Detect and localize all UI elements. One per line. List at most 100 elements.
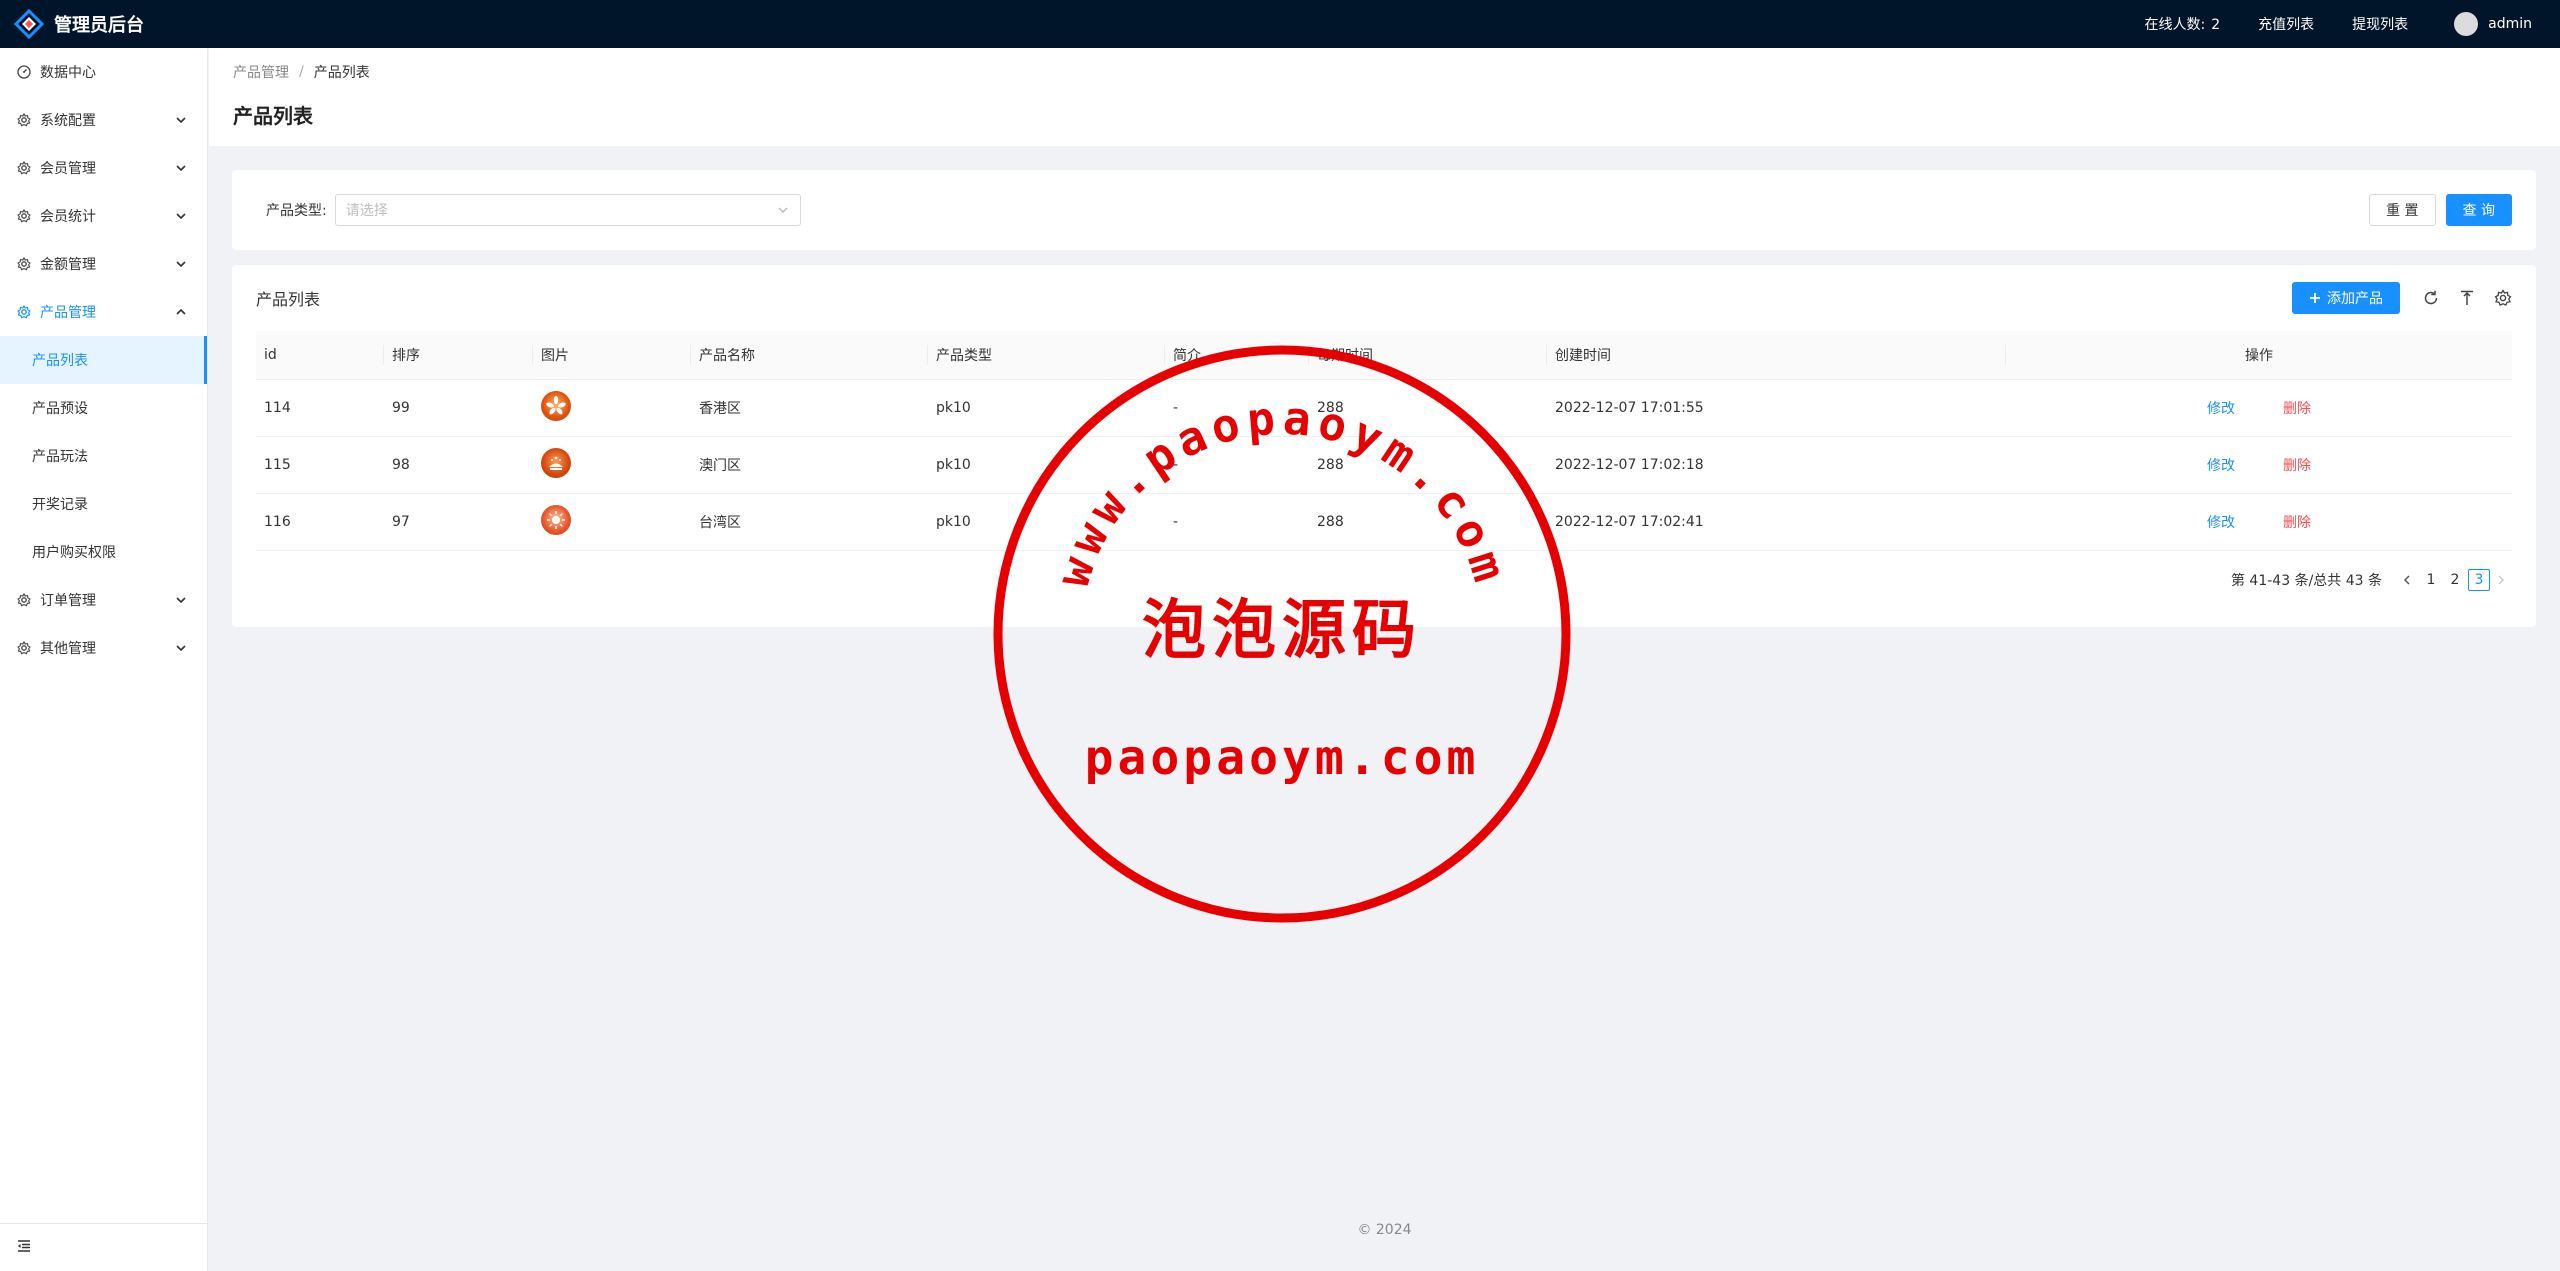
cell-intro: - (1165, 379, 1309, 437)
gear-icon (16, 256, 32, 272)
cell-actions: 修改 删除 (2006, 493, 2512, 551)
breadcrumb-item-product-list: 产品列表 (313, 65, 370, 81)
avatar (2454, 12, 2479, 36)
plus-icon (2309, 292, 2321, 304)
delete-link[interactable]: 删除 (2283, 458, 2311, 474)
sidebar-collapse-button[interactable] (0, 1223, 208, 1271)
gear-icon (16, 160, 32, 176)
query-button[interactable]: 查 询 (2445, 194, 2512, 226)
table-row: 114 99 香港区 pk10 - 288 2022-12-07 17:01:5… (256, 379, 2512, 437)
sidebar-item-label: 数据中心 (40, 65, 96, 81)
withdraw-list-link[interactable]: 提现列表 (2352, 14, 2408, 34)
cell-sort: 98 (384, 436, 533, 494)
cell-type: pk10 (928, 379, 1165, 437)
sidebar-item-label: 会员管理 (40, 161, 96, 177)
sidebar-item-data-center[interactable]: 数据中心 (0, 48, 207, 96)
hong-kong-emblem-icon[interactable] (541, 390, 571, 421)
chevron-down-icon (173, 640, 189, 656)
search-form: 产品类型: 请选择 重 置 查 询 (232, 170, 2536, 250)
sidebar-item-label: 其他管理 (40, 641, 96, 657)
edit-link[interactable]: 修改 (2207, 401, 2235, 417)
chevron-down-icon (173, 592, 189, 608)
sidebar-subitem-product-preset[interactable]: 产品预设 (0, 384, 207, 432)
username: admin (2488, 16, 2532, 32)
delete-link[interactable]: 删除 (2283, 401, 2311, 417)
gear-icon (16, 640, 32, 656)
sidebar-item-member-management[interactable]: 会员管理 (0, 144, 207, 192)
select-placeholder: 请选择 (345, 203, 388, 219)
top-header: 管理员后台 在线人数: 2 充值列表 提现列表 admin (0, 0, 2560, 48)
gear-icon (16, 304, 32, 320)
menu-fold-icon (16, 1238, 32, 1258)
reload-icon[interactable] (2422, 289, 2440, 307)
logo-icon (13, 8, 45, 40)
column-header-intro: 简介 (1165, 331, 1309, 380)
logo[interactable]: 管理员后台 (0, 0, 208, 48)
next-page-button[interactable] (2490, 569, 2512, 591)
cell-sort: 97 (384, 493, 533, 551)
cell-actions: 修改 删除 (2006, 436, 2512, 494)
cell-intro: - (1165, 493, 1309, 551)
column-header-sort: 排序 (384, 331, 533, 380)
sidebar-item-label: 订单管理 (40, 593, 96, 609)
page-item-1[interactable]: 1 (2420, 569, 2442, 591)
cell-name: 香港区 (691, 379, 928, 437)
chevron-up-icon (173, 304, 189, 320)
user-menu[interactable]: admin (2454, 12, 2532, 36)
app-title: 管理员后台 (54, 15, 144, 36)
macau-emblem-icon[interactable] (541, 447, 571, 478)
cell-created: 2022-12-07 17:02:41 (1547, 493, 2006, 551)
page-item-2[interactable]: 2 (2444, 569, 2466, 591)
breadcrumb-item-product-management[interactable]: 产品管理 (233, 62, 289, 82)
sidebar-subitem-draw-records[interactable]: 开奖记录 (0, 480, 207, 528)
sidebar-item-product-management[interactable]: 产品管理 (0, 288, 207, 336)
cell-id: 115 (256, 436, 384, 494)
page-item-3[interactable]: 3 (2468, 568, 2490, 591)
chevron-down-icon (173, 208, 189, 224)
edit-link[interactable]: 修改 (2207, 458, 2235, 474)
sidebar-subitem-product-gameplay[interactable]: 产品玩法 (0, 432, 207, 480)
online-users: 在线人数: 2 (2144, 14, 2220, 34)
cell-period: 288 (1309, 493, 1547, 551)
gear-icon (16, 208, 32, 224)
cell-sort: 99 (384, 379, 533, 437)
setting-icon[interactable] (2494, 289, 2512, 307)
breadcrumb-separator: / (299, 64, 304, 80)
sidebar-item-system-config[interactable]: 系统配置 (0, 96, 207, 144)
footer-copyright: © 2024 (1357, 1222, 1412, 1238)
product-table-card: 产品列表 添加产品 id 排序 图片 产品名称 产品类型 简介 每期时间 创建时… (232, 265, 2536, 627)
recharge-list-link[interactable]: 充值列表 (2258, 14, 2314, 34)
prev-page-button[interactable] (2396, 569, 2418, 591)
column-header-type: 产品类型 (928, 331, 1165, 380)
sidebar-subitem-user-purchase-permissions[interactable]: 用户购买权限 (0, 528, 207, 576)
sidebar-item-label: 金额管理 (40, 257, 96, 273)
delete-link[interactable]: 删除 (2283, 515, 2311, 531)
cell-created: 2022-12-07 17:01:55 (1547, 379, 2006, 437)
edit-link[interactable]: 修改 (2207, 515, 2235, 531)
cell-image (533, 379, 691, 437)
sidebar-item-member-stats[interactable]: 会员统计 (0, 192, 207, 240)
sidebar-item-other-management[interactable]: 其他管理 (0, 624, 207, 672)
product-type-select[interactable]: 请选择 (334, 194, 801, 226)
cell-id: 114 (256, 379, 384, 437)
cell-period: 288 (1309, 436, 1547, 494)
product-type-label: 产品类型: (266, 203, 327, 219)
cell-period: 288 (1309, 379, 1547, 437)
cell-id: 116 (256, 493, 384, 551)
sidebar: 数据中心 系统配置 会员管理 会员统计 金额管理 产品管理 产品列表 产品预设 … (0, 48, 208, 1271)
sidebar-subitem-product-list[interactable]: 产品列表 (0, 336, 207, 384)
cell-actions: 修改 删除 (2006, 379, 2512, 437)
column-height-icon[interactable] (2458, 289, 2476, 307)
taiwan-emblem-icon[interactable] (541, 504, 571, 535)
column-header-name: 产品名称 (691, 331, 928, 380)
column-header-created: 创建时间 (1547, 331, 2006, 380)
sidebar-item-amount-management[interactable]: 金额管理 (0, 240, 207, 288)
cell-image (533, 493, 691, 551)
chevron-down-icon (776, 203, 790, 217)
sidebar-item-order-management[interactable]: 订单管理 (0, 576, 207, 624)
online-label: 在线人数: (2144, 17, 2206, 33)
add-product-button[interactable]: 添加产品 (2292, 282, 2400, 314)
reset-button[interactable]: 重 置 (2369, 194, 2436, 226)
sidebar-item-label: 系统配置 (40, 113, 96, 129)
pagination: 第 41-43 条/总共 43 条 1 2 3 (256, 551, 2512, 609)
